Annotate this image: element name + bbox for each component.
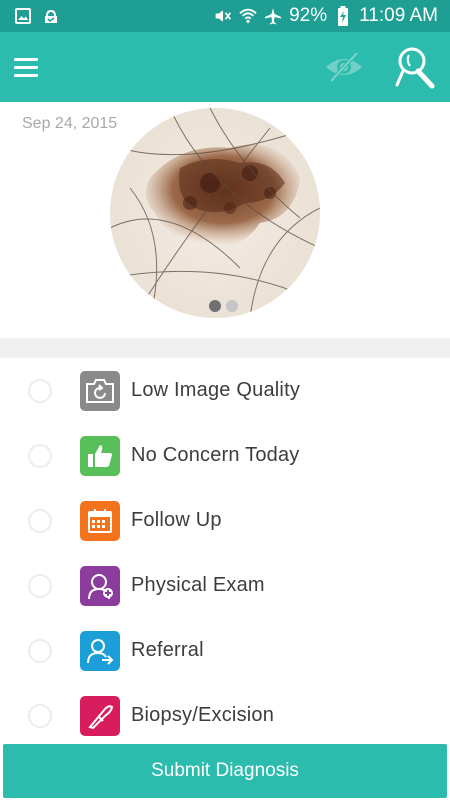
airplane-icon [264,7,282,25]
status-bar: 92% 11:09 AM [0,0,450,32]
app-bar [0,32,450,102]
image-date: Sep 24, 2015 [22,115,118,132]
magnifier-icon[interactable] [392,44,438,90]
radio-button[interactable] [28,378,52,403]
wifi-icon [239,7,257,25]
option-label: Follow Up [131,509,222,531]
option-follow-up[interactable]: Follow Up [0,488,450,553]
image-panel: Sep 24, 2015 [0,102,450,338]
battery-percent: 92% [289,5,328,26]
option-low-image-quality[interactable]: Low Image Quality [0,358,450,423]
radio-button[interactable] [28,443,52,468]
option-label: Physical Exam [131,574,265,596]
calendar-icon [80,500,120,541]
section-divider [0,338,450,358]
radio-button[interactable] [28,573,52,598]
image-pager [209,300,238,312]
option-label: Low Image Quality [131,379,301,401]
radio-button[interactable] [28,508,52,533]
submit-diagnosis-button[interactable]: Submit Diagnosis [3,744,447,798]
option-label: No Concern Today [131,444,300,466]
image-icon [14,7,32,25]
option-biopsy-excision[interactable]: Biopsy/Excision [0,683,450,748]
pager-dot[interactable] [226,300,238,312]
option-referral[interactable]: Referral [0,618,450,683]
option-label: Biopsy/Excision [131,704,275,726]
option-physical-exam[interactable]: Physical Exam [0,553,450,618]
hamburger-menu-icon[interactable] [14,52,46,82]
mute-icon [214,7,232,25]
radio-button[interactable] [28,638,52,663]
radio-button[interactable] [28,703,52,728]
lesion-image[interactable] [110,108,320,318]
cloud-icon [42,7,60,25]
status-time: 11:09 AM [359,5,438,26]
patient-plus-icon [80,565,120,606]
camera-refresh-icon [80,370,120,411]
eye-hidden-icon[interactable] [322,48,366,86]
person-arrow-icon [80,630,120,671]
thumbs-up-icon [80,435,120,476]
option-label: Referral [131,639,204,661]
battery-charging-icon [334,6,352,26]
diagnosis-options: Low Image Quality No Concern Today Follo… [0,358,450,748]
pager-dot-active[interactable] [209,300,221,312]
scalpel-icon [80,695,120,736]
option-no-concern-today[interactable]: No Concern Today [0,423,450,488]
